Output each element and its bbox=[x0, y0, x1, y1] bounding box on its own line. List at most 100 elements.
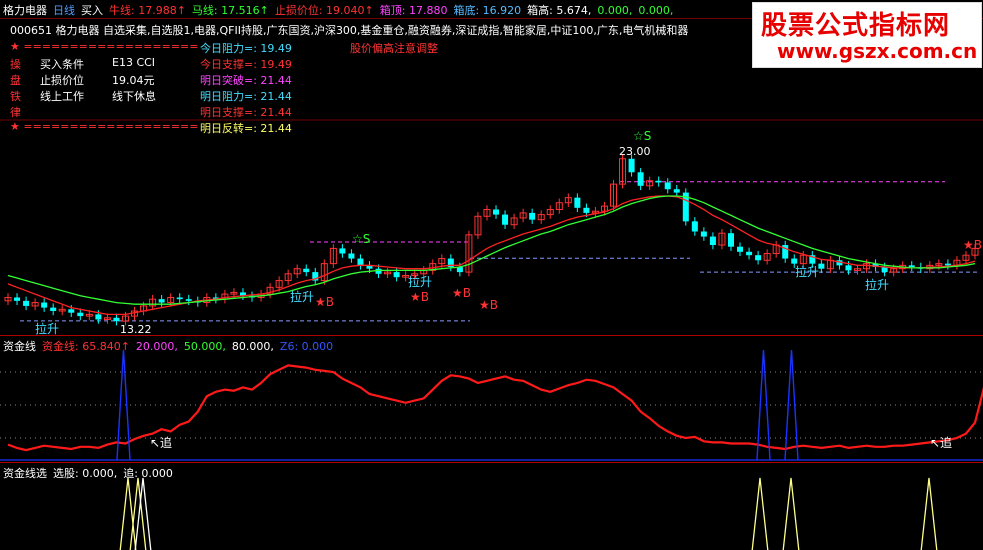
rule-char: 铁 bbox=[10, 90, 21, 103]
info-label: 买入条件 bbox=[40, 58, 84, 71]
capital-header-item: 资金线 bbox=[3, 340, 36, 353]
candle-body bbox=[755, 255, 762, 261]
buy-signal-label: ★B bbox=[479, 298, 498, 312]
chase-label: ↖追 bbox=[930, 435, 952, 450]
lashen-label: 拉升 bbox=[408, 274, 432, 289]
candle-body bbox=[348, 253, 355, 259]
candle-body bbox=[77, 312, 84, 317]
candle-body bbox=[700, 231, 707, 237]
panel-divider bbox=[0, 335, 983, 336]
candle-body bbox=[50, 307, 57, 312]
header-item: 箱顶: 17.880 bbox=[379, 4, 448, 17]
price-level-line: 今日支撑=: 19.49 bbox=[200, 58, 292, 71]
signal-spike bbox=[784, 349, 799, 461]
buy-signal-label: ★B bbox=[452, 286, 471, 300]
candle-body bbox=[339, 248, 346, 254]
candle-body bbox=[357, 258, 364, 266]
info-label: 止损价位 bbox=[40, 74, 84, 87]
candle-body bbox=[845, 265, 852, 271]
select-header-item: 选股: 0.000, bbox=[53, 467, 118, 480]
indicator-header: 格力电器 日线 买入 牛线: 17.988↑ 马线: 17.516↑ 止损价位: 19.0… bbox=[3, 2, 679, 18]
notice-text: 股价偏高注意调整 bbox=[350, 42, 438, 55]
price-level-line: 明日阻力=: 21.44 bbox=[200, 90, 292, 103]
candle-body bbox=[737, 246, 744, 252]
candle-body bbox=[95, 314, 102, 320]
candle-body bbox=[818, 263, 825, 269]
candle-body bbox=[303, 268, 310, 273]
lashen-label: 拉升 bbox=[35, 321, 59, 336]
candle-body bbox=[908, 265, 915, 268]
capital-select-header: 资金线选 选股: 0.000, 追: 0.000 bbox=[3, 465, 179, 481]
stock-info-line: 000651 格力电器 自选采集,自选股1,电器,QFII持股,广东国资,沪深3… bbox=[10, 24, 689, 37]
buy-signal-label: ★B bbox=[410, 290, 429, 304]
candle-body bbox=[14, 297, 21, 301]
info-value: 线下休息 bbox=[112, 90, 156, 103]
capital-line-header: 资金线 资金线: 65.840↑ 20.000, 50.000, 80.000, Z6: … bbox=[3, 338, 339, 354]
candle-body bbox=[709, 236, 716, 246]
info-value: 19.04元 bbox=[112, 74, 155, 87]
rule-top: ★ =================== bbox=[10, 40, 199, 53]
capital-header-item: Z6: 0.000 bbox=[279, 340, 334, 353]
candle-body bbox=[158, 299, 165, 303]
rule-char: 操 bbox=[10, 58, 21, 71]
header-item: 止损价位: 19.040↑ bbox=[274, 4, 374, 17]
logo-title: 股票公式指标网 bbox=[761, 11, 951, 41]
capital-header-item: 50.000, bbox=[183, 340, 226, 353]
price-level-line: 明日突破=: 21.44 bbox=[200, 74, 292, 87]
logo-url: www.gszx.com.cn bbox=[777, 39, 978, 63]
signal-spike bbox=[756, 349, 771, 461]
candle-body bbox=[727, 233, 734, 247]
candle-body bbox=[23, 300, 30, 306]
candle-body bbox=[637, 172, 644, 186]
candle-body bbox=[664, 182, 671, 190]
candle-body bbox=[68, 309, 75, 313]
price-level-line: 明日支撑=: 21.44 bbox=[200, 106, 292, 119]
header-item: 箱高: 5.674, bbox=[527, 4, 592, 17]
candle-body bbox=[691, 221, 698, 232]
chase-label: ↖追 bbox=[150, 435, 172, 450]
candle-body bbox=[493, 209, 500, 215]
capital-header-item: 资金线: 65.840↑ bbox=[42, 340, 130, 353]
candle-body bbox=[41, 302, 48, 308]
select-header-item: 资金线选 bbox=[3, 467, 47, 480]
buy-signal-label: ★B bbox=[315, 295, 334, 309]
ma-slow-line bbox=[7, 195, 976, 305]
candle-body bbox=[655, 180, 662, 183]
header-item: 买入 bbox=[81, 4, 103, 17]
header-item: 格力电器 bbox=[3, 4, 47, 17]
panel-divider bbox=[0, 462, 983, 463]
header-item: 0.000, bbox=[638, 4, 674, 17]
select-header-item: 追: 0.000 bbox=[123, 467, 173, 480]
candle-body bbox=[113, 317, 120, 322]
candle-body bbox=[628, 158, 635, 173]
rule-char: 律 bbox=[10, 106, 21, 119]
capital-header-item: 80.000, bbox=[231, 340, 274, 353]
sell-signal-label: ☆S bbox=[352, 232, 370, 246]
price-level-line: 今日阻力=: 19.49 bbox=[200, 42, 292, 55]
candle-body bbox=[393, 272, 400, 278]
header-item: 0.000, bbox=[597, 4, 633, 17]
candle-body bbox=[944, 263, 951, 266]
main-candlestick-panel: 23.0013.22拉升拉升拉升拉升拉升☆S☆S★B ★B ★B★B★B bbox=[0, 119, 983, 336]
info-label: 线上工作 bbox=[40, 90, 84, 103]
candle-body bbox=[185, 299, 192, 301]
site-logo: 股票公式指标网 www.gszx.com.cn bbox=[752, 2, 982, 68]
candle-body bbox=[502, 214, 509, 225]
candle-body bbox=[574, 197, 581, 208]
lashen-label: 拉升 bbox=[795, 264, 819, 279]
lashen-label: 拉升 bbox=[865, 277, 889, 292]
rule-bottom: ★ =================== bbox=[10, 120, 199, 133]
candle-body bbox=[529, 212, 536, 220]
candle-body bbox=[176, 297, 183, 300]
capital-select-panel bbox=[119, 477, 938, 550]
candle-body bbox=[673, 189, 680, 193]
capital-header-item: 20.000, bbox=[135, 340, 178, 353]
candle-body bbox=[791, 258, 798, 264]
capital-line-panel: ↖追 ↖追 bbox=[0, 349, 983, 461]
header-item: 牛线: 17.988↑ bbox=[109, 4, 186, 17]
select-spike bbox=[782, 477, 800, 550]
lashen-label: 拉升 bbox=[290, 289, 314, 304]
price-level-line: 明日反转=: 21.44 bbox=[200, 122, 292, 135]
select-spike bbox=[751, 477, 769, 550]
select-spike bbox=[920, 477, 938, 550]
